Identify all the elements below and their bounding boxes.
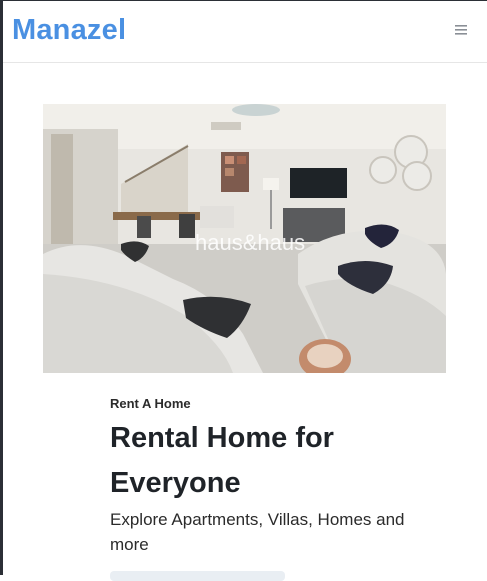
hero-title: Rental Home for Everyone (110, 422, 334, 499)
hamburger-menu-icon[interactable] (455, 23, 469, 35)
hero-cta-button[interactable] (110, 571, 285, 581)
hero-living-room-image: haus&haus (43, 104, 446, 373)
navbar: Manazel (3, 1, 487, 63)
hamburger-menu-graphic (455, 25, 467, 35)
image-watermark: haus&haus (195, 230, 305, 255)
hero-eyebrow: Rent A Home (110, 396, 191, 411)
brand-logo-link[interactable]: Manazel (12, 14, 126, 47)
hero-subtitle: Explore Apartments, Villas, Homes and mo… (110, 510, 405, 554)
